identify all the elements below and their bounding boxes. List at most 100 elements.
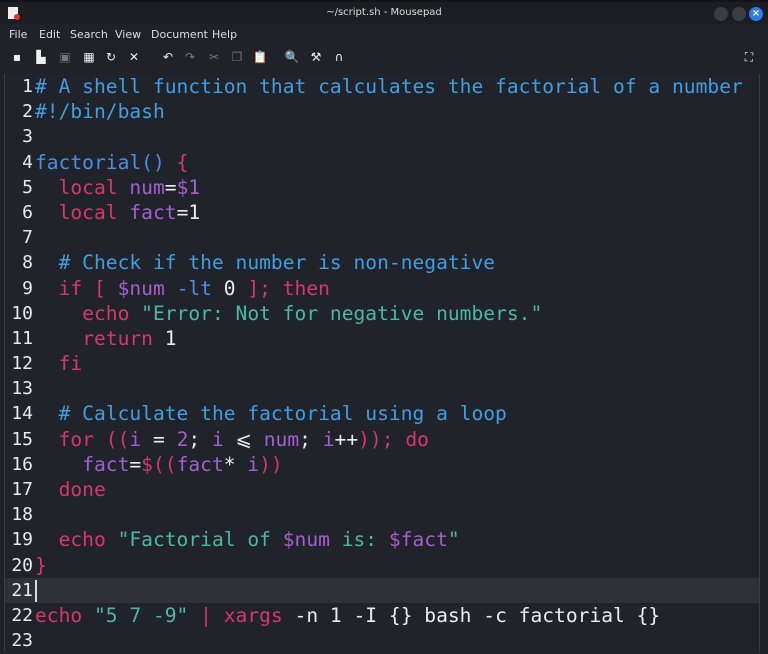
menu-edit[interactable]: Edit — [39, 28, 60, 41]
token-fn: -lt — [176, 276, 212, 300]
token-kw: local — [58, 200, 118, 224]
save-icon[interactable]: ▣ — [57, 50, 73, 64]
token-pl: = — [129, 452, 142, 476]
copy-icon[interactable]: ❐ — [229, 50, 245, 64]
text-editor[interactable]: 1 # A shell function that calculates the … — [4, 74, 760, 652]
code-line[interactable]: 19 echo "Factorial of $num is: $fact" — [5, 527, 759, 552]
token-var: i — [129, 427, 142, 451]
token-kw: do — [405, 427, 429, 451]
token-pl: ; — [188, 427, 212, 451]
token-pl: = — [164, 175, 177, 199]
token-kw: if [ — [58, 276, 106, 300]
code-text — [35, 578, 37, 603]
code-line[interactable]: 7 — [5, 225, 759, 250]
menu-help[interactable]: Help — [212, 28, 237, 41]
code-line[interactable]: 2 #!/bin/bash — [5, 99, 759, 124]
token-kw: xargs — [223, 603, 283, 627]
code-line[interactable]: 15 for ((i = 2; i ⩽ num; i++)); do — [5, 427, 759, 452]
line-number: 8 — [22, 252, 33, 274]
undo-icon[interactable]: ↶ — [160, 50, 176, 64]
line-number: 13 — [11, 378, 33, 400]
token-pl: 1 — [152, 326, 177, 350]
line-number: 1 — [22, 76, 33, 97]
menu-view[interactable]: View — [115, 28, 141, 41]
maximize-button[interactable] — [732, 7, 746, 21]
token-kw: $(( — [141, 452, 177, 476]
token-pl: 0 — [211, 276, 248, 300]
fullscreen-icon[interactable]: ⛶ — [741, 50, 757, 65]
code-line[interactable]: 16 fact=$((fact* i)) — [5, 452, 759, 477]
line-number: 19 — [11, 529, 33, 551]
code-text: local fact=1 — [35, 200, 201, 225]
token-kw: return — [82, 326, 153, 350]
token-var: i — [322, 427, 335, 451]
token-cm: # Check if the number is non-negative — [58, 251, 496, 275]
code-line[interactable]: 22 echo "5 7 -9" | xargs -n 1 -I {} bash … — [5, 603, 759, 628]
code-line[interactable]: 21 — [5, 577, 759, 603]
redo-icon[interactable]: ↷ — [182, 50, 198, 64]
token-var: num — [129, 175, 165, 199]
token-cm: # Calculate the factorial using a loop — [58, 402, 507, 426]
code-line[interactable]: 4 factorial() { — [5, 150, 759, 175]
line-number: 15 — [11, 428, 33, 450]
code-text: echo "Error: Not for negative numbers." — [35, 301, 542, 326]
token-pl: ++ — [334, 427, 359, 451]
code-line[interactable]: 3 — [5, 124, 759, 149]
code-line[interactable]: 23 — [5, 628, 759, 653]
code-text: if [ $num -lt 0 ]; then — [35, 276, 330, 301]
code-line[interactable]: 8 # Check if the number is non-negative — [5, 250, 759, 275]
code-line[interactable]: 14 # Calculate the factorial using a loo… — [5, 401, 759, 426]
token-cm: # A shell function that calculates the f… — [35, 75, 743, 98]
token-var: $num — [282, 528, 330, 552]
new-document-icon[interactable]: ▪ — [9, 50, 25, 64]
menu-document[interactable]: Document — [151, 28, 208, 41]
close-window-button[interactable]: × — [749, 7, 763, 21]
code-line[interactable]: 18 — [5, 502, 759, 527]
line-number: 20 — [11, 554, 33, 576]
code-line[interactable]: 9 if [ $num -lt 0 ]; then — [5, 276, 759, 301]
code-line[interactable]: 12 fi — [5, 351, 759, 376]
token-kw: echo — [82, 301, 130, 325]
code-line[interactable]: 6 local fact=1 — [5, 200, 759, 225]
code-line[interactable]: 20} — [5, 553, 759, 578]
token-kw: )); — [358, 427, 394, 451]
new-window-icon[interactable]: ▙ — [33, 50, 49, 64]
code-line[interactable]: 11 return 1 — [5, 326, 759, 351]
token-var: $fact — [388, 528, 448, 552]
code-text: echo "Factorial of $num is: $fact" — [35, 527, 460, 552]
save-as-icon[interactable]: ▦ — [81, 50, 97, 64]
minimize-button[interactable] — [714, 7, 728, 21]
close-icon[interactable]: ✕ — [126, 50, 142, 64]
token-var: $num — [117, 276, 165, 300]
code-line[interactable]: 13 — [5, 376, 759, 401]
find-replace-icon[interactable]: ⚒ — [308, 50, 324, 64]
menu-file[interactable]: File — [9, 28, 27, 41]
code-line[interactable]: 1 # A shell function that calculates the … — [5, 74, 759, 99]
token-kw: local — [58, 175, 118, 199]
code-text: fact=$((fact* i)) — [35, 452, 283, 477]
line-number: 11 — [11, 327, 33, 349]
code-line[interactable]: 5 local num=$1 — [5, 175, 759, 200]
find-icon[interactable]: 🔍 — [284, 50, 300, 64]
code-text: # A shell function that calculates the f… — [35, 74, 743, 99]
token-pl: -n 1 -I {} bash -c factorial {} — [282, 603, 661, 627]
menu-search[interactable]: Search — [70, 28, 108, 41]
code-line[interactable]: 17 done — [5, 477, 759, 502]
paste-icon[interactable]: 📋 — [252, 50, 268, 64]
cut-icon[interactable]: ✂ — [206, 50, 222, 64]
token-kw: echo — [58, 528, 106, 552]
token-pl: ⩽ — [223, 427, 264, 451]
reload-icon[interactable]: ↻ — [103, 50, 119, 64]
code-line[interactable]: 10 echo "Error: Not for negative numbers… — [5, 301, 759, 326]
token-kw: ]; then — [247, 276, 330, 300]
line-number: 16 — [11, 453, 33, 475]
token-var: 2 — [176, 427, 189, 451]
token-fn: factorial() — [35, 150, 165, 174]
line-number: 4 — [22, 151, 33, 173]
go-to-line-icon[interactable]: ∩ — [331, 50, 347, 64]
